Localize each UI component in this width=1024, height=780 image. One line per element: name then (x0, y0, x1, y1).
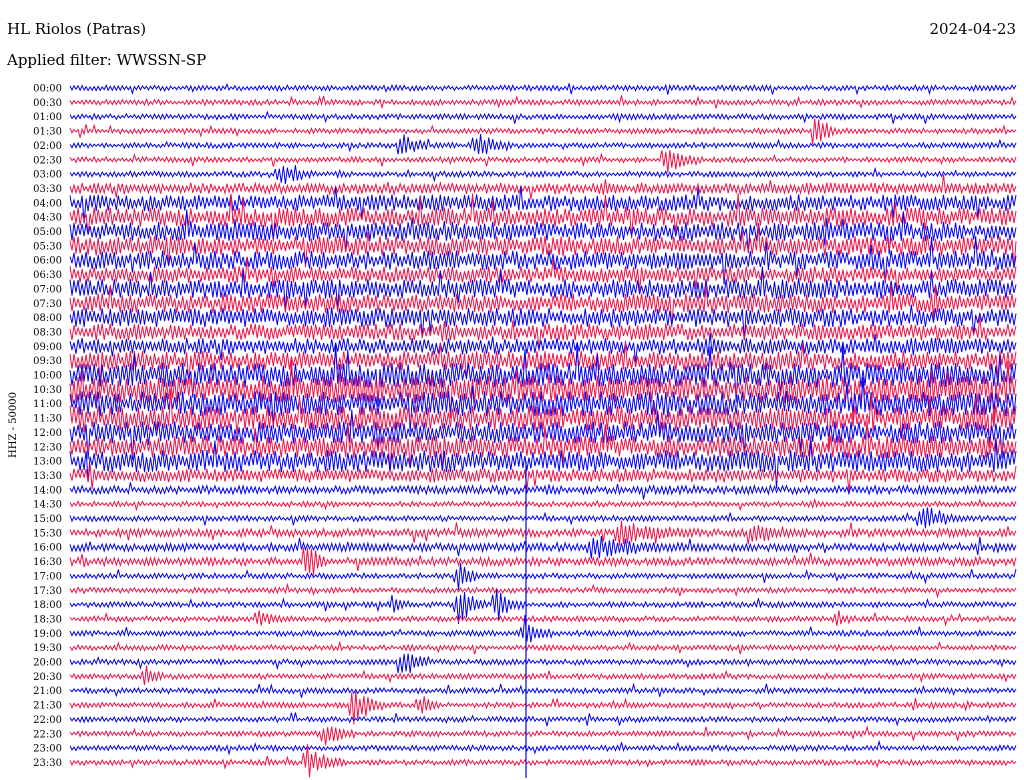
tick-label: 10:00 (33, 371, 62, 382)
tick-label: 05:00 (33, 227, 62, 238)
tick-label: 22:30 (33, 729, 62, 740)
trace-line (69, 118, 1017, 145)
tick-label: 22:00 (33, 715, 62, 726)
tick-label: 09:30 (33, 356, 62, 367)
trace-line (69, 507, 1017, 529)
tick-label: 17:30 (33, 586, 62, 597)
trace-line (69, 149, 1017, 173)
trace-line (69, 95, 1017, 110)
trace-line (69, 82, 1017, 96)
tick-label: 14:30 (33, 500, 62, 511)
trace-line (69, 482, 1017, 500)
trace-line (69, 110, 1017, 124)
trace-line (69, 640, 1017, 655)
trace-line (69, 174, 1017, 200)
tick-label: 04:00 (33, 198, 62, 209)
trace-line (69, 562, 1017, 591)
tick-label: 05:30 (33, 241, 62, 252)
tick-label: 20:00 (33, 658, 62, 669)
tick-label: 01:00 (33, 112, 62, 123)
trace-line (69, 712, 1017, 727)
trace-line (69, 133, 1017, 155)
tick-label: 07:00 (33, 284, 62, 295)
tick-label: 20:30 (33, 672, 62, 683)
trace-line (69, 653, 1017, 674)
tick-label: 21:00 (33, 686, 62, 697)
tick-label: 13:30 (33, 471, 62, 482)
tick-label: 17:00 (33, 571, 62, 582)
tick-label: 03:30 (33, 184, 62, 195)
tick-label: 19:30 (33, 643, 62, 654)
y-axis-label: HHZ - 50000 (8, 392, 19, 458)
tick-label: 14:00 (33, 485, 62, 496)
tick-label: 18:30 (33, 614, 62, 625)
tick-label: 00:00 (33, 84, 62, 95)
time-tick-labels: 00:00 00:30 01:00 01:30 02:00 02:30 03:00 03:30… (33, 84, 62, 769)
tick-label: 16:00 (33, 543, 62, 554)
tick-label: 19:00 (33, 629, 62, 640)
tick-label: 10:30 (33, 385, 62, 396)
tick-label: 12:00 (33, 428, 62, 439)
trace-line (69, 682, 1017, 698)
tick-label: 11:00 (33, 399, 62, 410)
tick-label: 23:30 (33, 758, 62, 769)
tick-label: 03:00 (33, 170, 62, 181)
tick-label: 11:30 (33, 414, 62, 425)
trace-line (69, 165, 1017, 185)
tick-label: 18:00 (33, 600, 62, 611)
tick-label: 15:00 (33, 514, 62, 525)
helicorder-plot: 00:00 00:30 01:00 01:30 02:00 02:30 03:00 03:30… (8, 82, 1017, 778)
trace-line (69, 520, 1017, 546)
tick-label: 12:30 (33, 442, 62, 453)
tick-label: 08:00 (33, 313, 62, 324)
trace-line (69, 610, 1017, 627)
tick-label: 06:00 (33, 256, 62, 267)
trace-line (69, 739, 1017, 756)
tick-label: 13:00 (33, 457, 62, 468)
tick-label: 15:30 (33, 528, 62, 539)
tick-label: 00:30 (33, 98, 62, 109)
tick-label: 01:30 (33, 127, 62, 138)
tick-label: 21:30 (33, 701, 62, 712)
tick-label: 09:00 (33, 342, 62, 353)
tick-label: 07:30 (33, 299, 62, 310)
trace-line (69, 725, 1017, 746)
trace-line (69, 535, 1017, 559)
trace-line (69, 497, 1017, 512)
tick-label: 08:30 (33, 327, 62, 338)
tick-label: 04:30 (33, 213, 62, 224)
tick-label: 02:00 (33, 141, 62, 152)
tick-label: 06:30 (33, 270, 62, 281)
tick-label: 16:30 (33, 557, 62, 568)
trace-line (69, 582, 1017, 599)
tick-label: 23:00 (33, 744, 62, 755)
tick-label: 02:30 (33, 155, 62, 166)
trace-line (69, 665, 1017, 686)
seismic-traces (69, 82, 1017, 778)
